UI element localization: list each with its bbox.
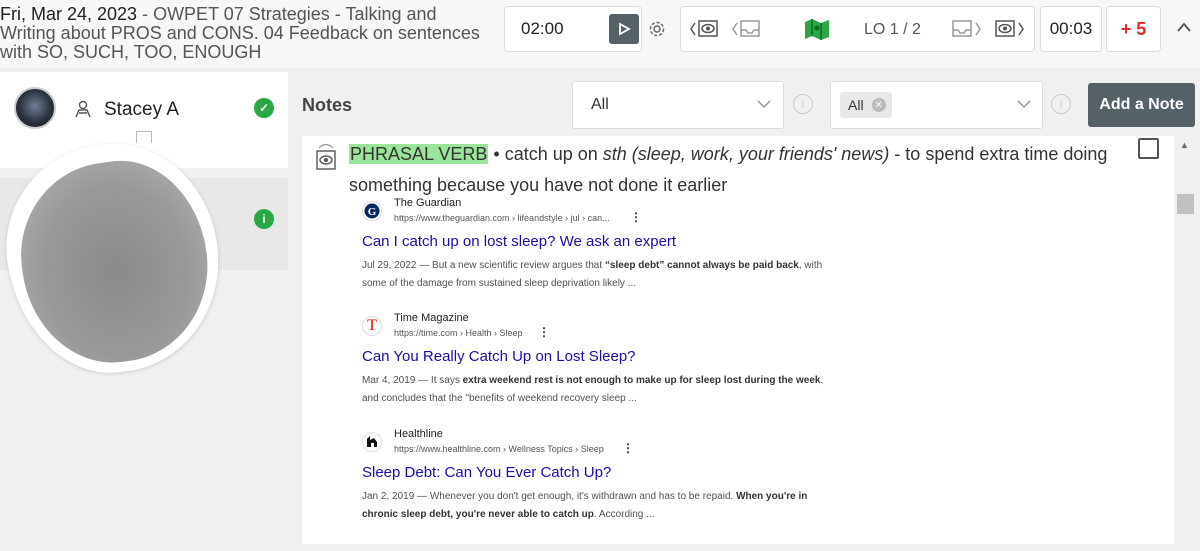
next-inbox-icon <box>952 20 981 37</box>
lo-navigator: LO 1 / 2 <box>680 6 1035 52</box>
score-button[interactable]: + 5 <box>1106 6 1161 52</box>
time-logo-icon: T <box>362 316 382 336</box>
note-text: PHRASAL VERB • catch up on sth (sleep, w… <box>349 144 1108 195</box>
student-icon <box>74 100 92 123</box>
note-tag: PHRASAL VERB <box>349 144 489 164</box>
note-type-value: All <box>591 96 609 113</box>
more-options-icon[interactable]: ⋮ <box>630 210 642 224</box>
lesson-date: Fri, Mar 24, 2023 <box>0 4 138 24</box>
prev-inbox-icon <box>732 20 760 37</box>
play-icon <box>619 22 631 36</box>
check-badge: ✓ <box>254 98 274 118</box>
chevron-down-icon <box>757 96 771 112</box>
filter-tag-label: All <box>848 97 864 113</box>
prev-eye-icon <box>690 20 718 37</box>
lesson-title: Fri, Mar 24, 2023 - OWPET 07 Strategies … <box>0 4 480 62</box>
more-options-icon[interactable]: ⋮ <box>622 441 634 455</box>
chevron-up-icon <box>1177 22 1191 32</box>
result-source: Healthline <box>394 428 443 440</box>
settings-button[interactable] <box>648 20 666 43</box>
top-bar: Fri, Mar 24, 2023 - OWPET 07 Strategies … <box>0 0 1200 68</box>
avatar <box>14 87 56 129</box>
collapse-button[interactable] <box>1176 20 1192 38</box>
result-url[interactable]: https://www.theguardian.com › lifeandsty… <box>394 213 610 223</box>
search-result: G The Guardian https://www.theguardian.c… <box>362 197 832 297</box>
student-sidebar: Stacey A ✓ i <box>0 72 288 551</box>
score-value: + 5 <box>1120 18 1147 39</box>
result-title[interactable]: Can You Really Catch Up on Lost Sleep? <box>362 348 636 365</box>
healthline-logo-icon <box>362 432 382 452</box>
result-source: The Guardian <box>394 197 462 209</box>
prev-note-button[interactable] <box>731 19 763 44</box>
result-url[interactable]: https://www.healthline.com › Wellness To… <box>394 444 604 454</box>
note-type-select[interactable]: All <box>572 81 784 129</box>
next-view-button[interactable] <box>994 19 1026 44</box>
result-title[interactable]: Can I catch up on lost sleep? We ask an … <box>362 233 676 250</box>
svg-text:G: G <box>368 206 377 218</box>
timer-value: 02:00 <box>521 19 564 38</box>
result-snippet: Jul 29, 2022 — But a new scientific revi… <box>362 260 823 289</box>
row-checkbox[interactable] <box>136 131 152 143</box>
result-title[interactable]: Sleep Debt: Can You Ever Catch Up? <box>362 464 611 481</box>
student-name: Stacey A <box>104 99 179 120</box>
filter-tag: All ✕ <box>840 92 892 118</box>
result-url[interactable]: https://time.com › Health › Sleep <box>394 328 523 338</box>
scroll-up-icon[interactable]: ▲ <box>1180 140 1189 150</box>
prev-view-button[interactable] <box>689 19 721 44</box>
elapsed-value: 00:03 <box>1049 19 1093 38</box>
more-options-icon[interactable]: ⋮ <box>538 325 550 339</box>
elapsed-timer: 00:03 <box>1040 6 1102 52</box>
result-snippet: Jan 2, 2019 — Whenever you don't get eno… <box>362 491 808 520</box>
search-result: T Time Magazine https://time.com › Healt… <box>362 312 832 412</box>
visibility-icon[interactable] <box>316 150 336 170</box>
guardian-logo-icon: G <box>362 201 382 221</box>
result-source: Time Magazine <box>394 312 469 324</box>
next-note-button[interactable] <box>951 19 983 44</box>
play-button[interactable] <box>609 14 639 44</box>
info-icon[interactable]: i <box>1051 94 1071 114</box>
search-result: Healthline https://www.healthline.com › … <box>362 428 832 528</box>
notes-heading: Notes <box>302 95 353 115</box>
remove-tag-icon[interactable]: ✕ <box>871 98 886 112</box>
scrollbar-thumb[interactable] <box>1177 194 1194 214</box>
add-note-button[interactable]: Add a Note <box>1088 83 1195 127</box>
note-checkbox[interactable] <box>1138 138 1159 159</box>
next-eye-icon <box>995 20 1024 37</box>
result-snippet: Mar 4, 2019 — It says extra weekend rest… <box>362 375 824 404</box>
gear-icon <box>649 21 665 37</box>
info-badge: i <box>254 209 274 229</box>
lo-counter: LO 1 / 2 <box>864 21 921 38</box>
info-icon[interactable]: i <box>793 94 813 114</box>
chevron-down-icon <box>1017 96 1031 112</box>
lo-map-icon <box>803 17 831 46</box>
